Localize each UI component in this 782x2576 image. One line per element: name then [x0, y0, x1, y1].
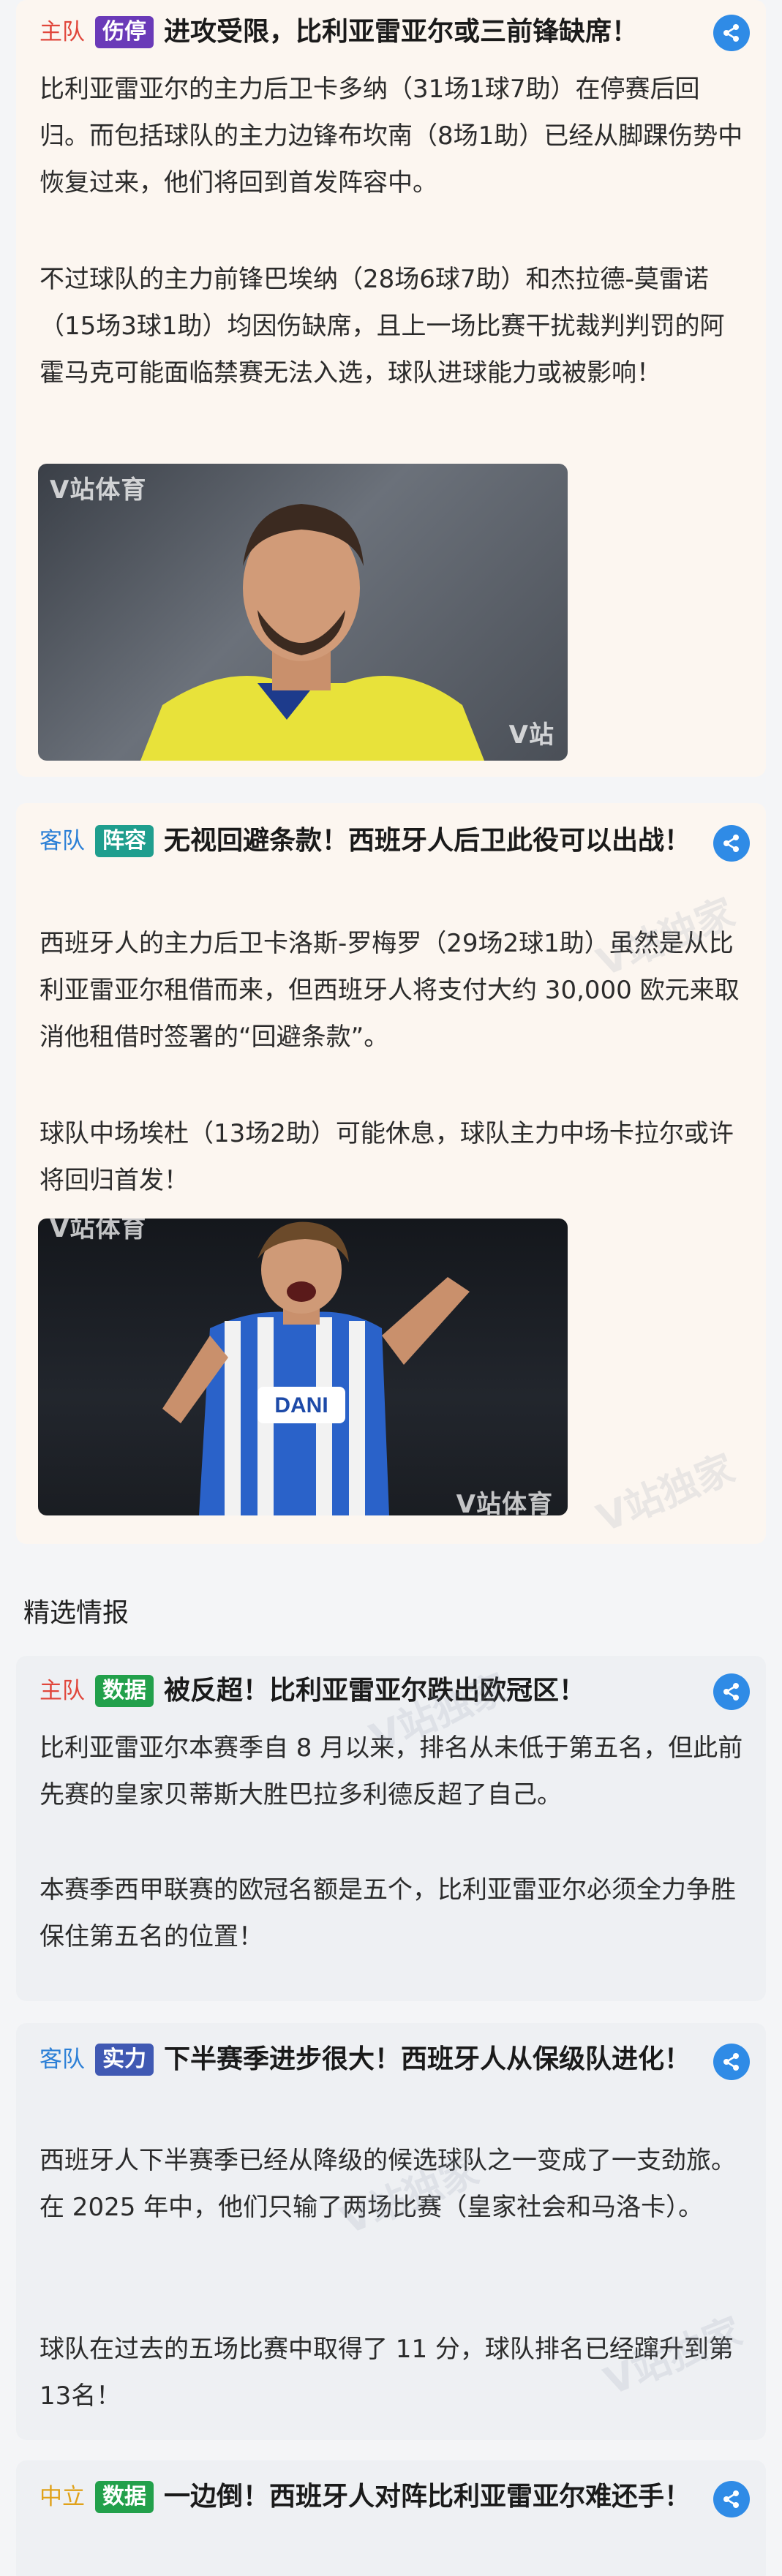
team-label: 客队 — [40, 2046, 85, 2073]
photo-watermark: V站体育 — [50, 1219, 147, 1243]
share-button[interactable] — [713, 1673, 750, 1710]
news-card-home-injury: 主队 伤停 进攻受限，比利亚雷亚尔或三前锋缺席！ 比利亚雷亚尔的主力后卫卡多纳（… — [16, 0, 766, 777]
share-icon — [723, 24, 739, 42]
news-card-away-lineup: 客队 阵容 无视回避条款！西班牙人后卫此役可以出战！ 西班牙人的主力后卫卡洛斯-… — [16, 803, 766, 1544]
photo-watermark: V站体育 — [456, 1490, 553, 1515]
player-photo: DANI V站体育 V站体育 — [38, 1219, 568, 1515]
intel-card-away-strength: 客队 实力 下半赛季进步很大！西班牙人从保级队进化！ 西班牙人下半赛季已经从降级… — [16, 2023, 766, 2440]
intel-card-home-data: 主队 数据 被反超！比利亚雷亚尔跌出欧冠区！ 比利亚雷亚尔本赛季自 8 月以来，… — [16, 1656, 766, 2001]
card-paragraph: 比利亚雷亚尔的主力后卫卡多纳（31场1球7助）在停赛后回归。而包括球队的主力边锋… — [40, 75, 743, 197]
card-paragraph: 本赛季西甲联赛的欧冠名额是五个，比利亚雷亚尔必须全力争胜保住第五名的位置！ — [40, 1875, 736, 1951]
intel-card-neutral-data: 中立 数据 一边倒！西班牙人对阵比利亚雷亚尔难还手！ — [16, 2460, 766, 2576]
team-label: 中立 — [40, 2484, 85, 2510]
team-label: 主队 — [40, 1678, 85, 1704]
share-icon — [723, 2053, 739, 2071]
card-paragraph: 球队中场埃杜（13场2助）可能休息，球队主力中场卡拉尔或许将回归首发！ — [40, 1119, 734, 1195]
card-title: 一边倒！西班牙人对阵比利亚雷亚尔难还手！ — [164, 2482, 691, 2512]
card-title: 进攻受限，比利亚雷亚尔或三前锋缺席！ — [164, 17, 639, 47]
share-button[interactable] — [713, 2044, 750, 2080]
category-tag: 实力 — [95, 2044, 154, 2076]
share-icon — [723, 835, 739, 852]
card-paragraph: 西班牙人下半赛季已经从降级的候选球队之一变成了一支劲旅。在 2025 年中，他们… — [40, 2146, 736, 2222]
jersey-sponsor: DANI — [274, 1393, 328, 1417]
share-button[interactable] — [713, 2481, 750, 2517]
team-label: 主队 — [40, 19, 85, 45]
share-button[interactable] — [713, 15, 750, 51]
category-tag: 伤停 — [95, 16, 154, 48]
category-tag: 数据 — [95, 2481, 154, 2513]
share-button[interactable] — [713, 825, 750, 862]
card-paragraph: 比利亚雷亚尔本赛季自 8 月以来，排名从未低于第五名，但此前先赛的皇家贝蒂斯大胜… — [40, 1733, 743, 1809]
card-paragraph: 西班牙人的主力后卫卡洛斯-罗梅罗（29场2球1助）虽然是从比利亚雷亚尔租借而来，… — [40, 929, 740, 1052]
player-figure — [140, 504, 484, 761]
share-icon — [723, 2490, 739, 2508]
photo-watermark: V站体育 — [50, 475, 147, 505]
section-title: 精选情报 — [23, 1598, 129, 1628]
category-tag: 数据 — [95, 1675, 154, 1707]
card-title: 无视回避条款！西班牙人后卫此役可以出战！ — [164, 826, 691, 856]
share-icon — [723, 1683, 739, 1701]
card-title: 下半赛季进步很大！西班牙人从保级队进化！ — [164, 2044, 691, 2074]
player-figure: DANI — [162, 1221, 470, 1515]
category-tag: 阵容 — [95, 825, 154, 857]
card-paragraph: 不过球队的主力前锋巴埃纳（28场6球7助）和杰拉德-莫雷诺（15场3球1助）均因… — [40, 265, 725, 388]
team-label: 客队 — [40, 828, 85, 854]
card-title: 被反超！比利亚雷亚尔跌出欧冠区！ — [164, 1676, 586, 1706]
photo-watermark: V站 — [508, 720, 554, 750]
player-photo: V站体育 V站 — [38, 464, 568, 761]
card-paragraph: 球队在过去的五场比赛中取得了 11 分，球队排名已经蹿升到第13名！ — [40, 2335, 734, 2411]
